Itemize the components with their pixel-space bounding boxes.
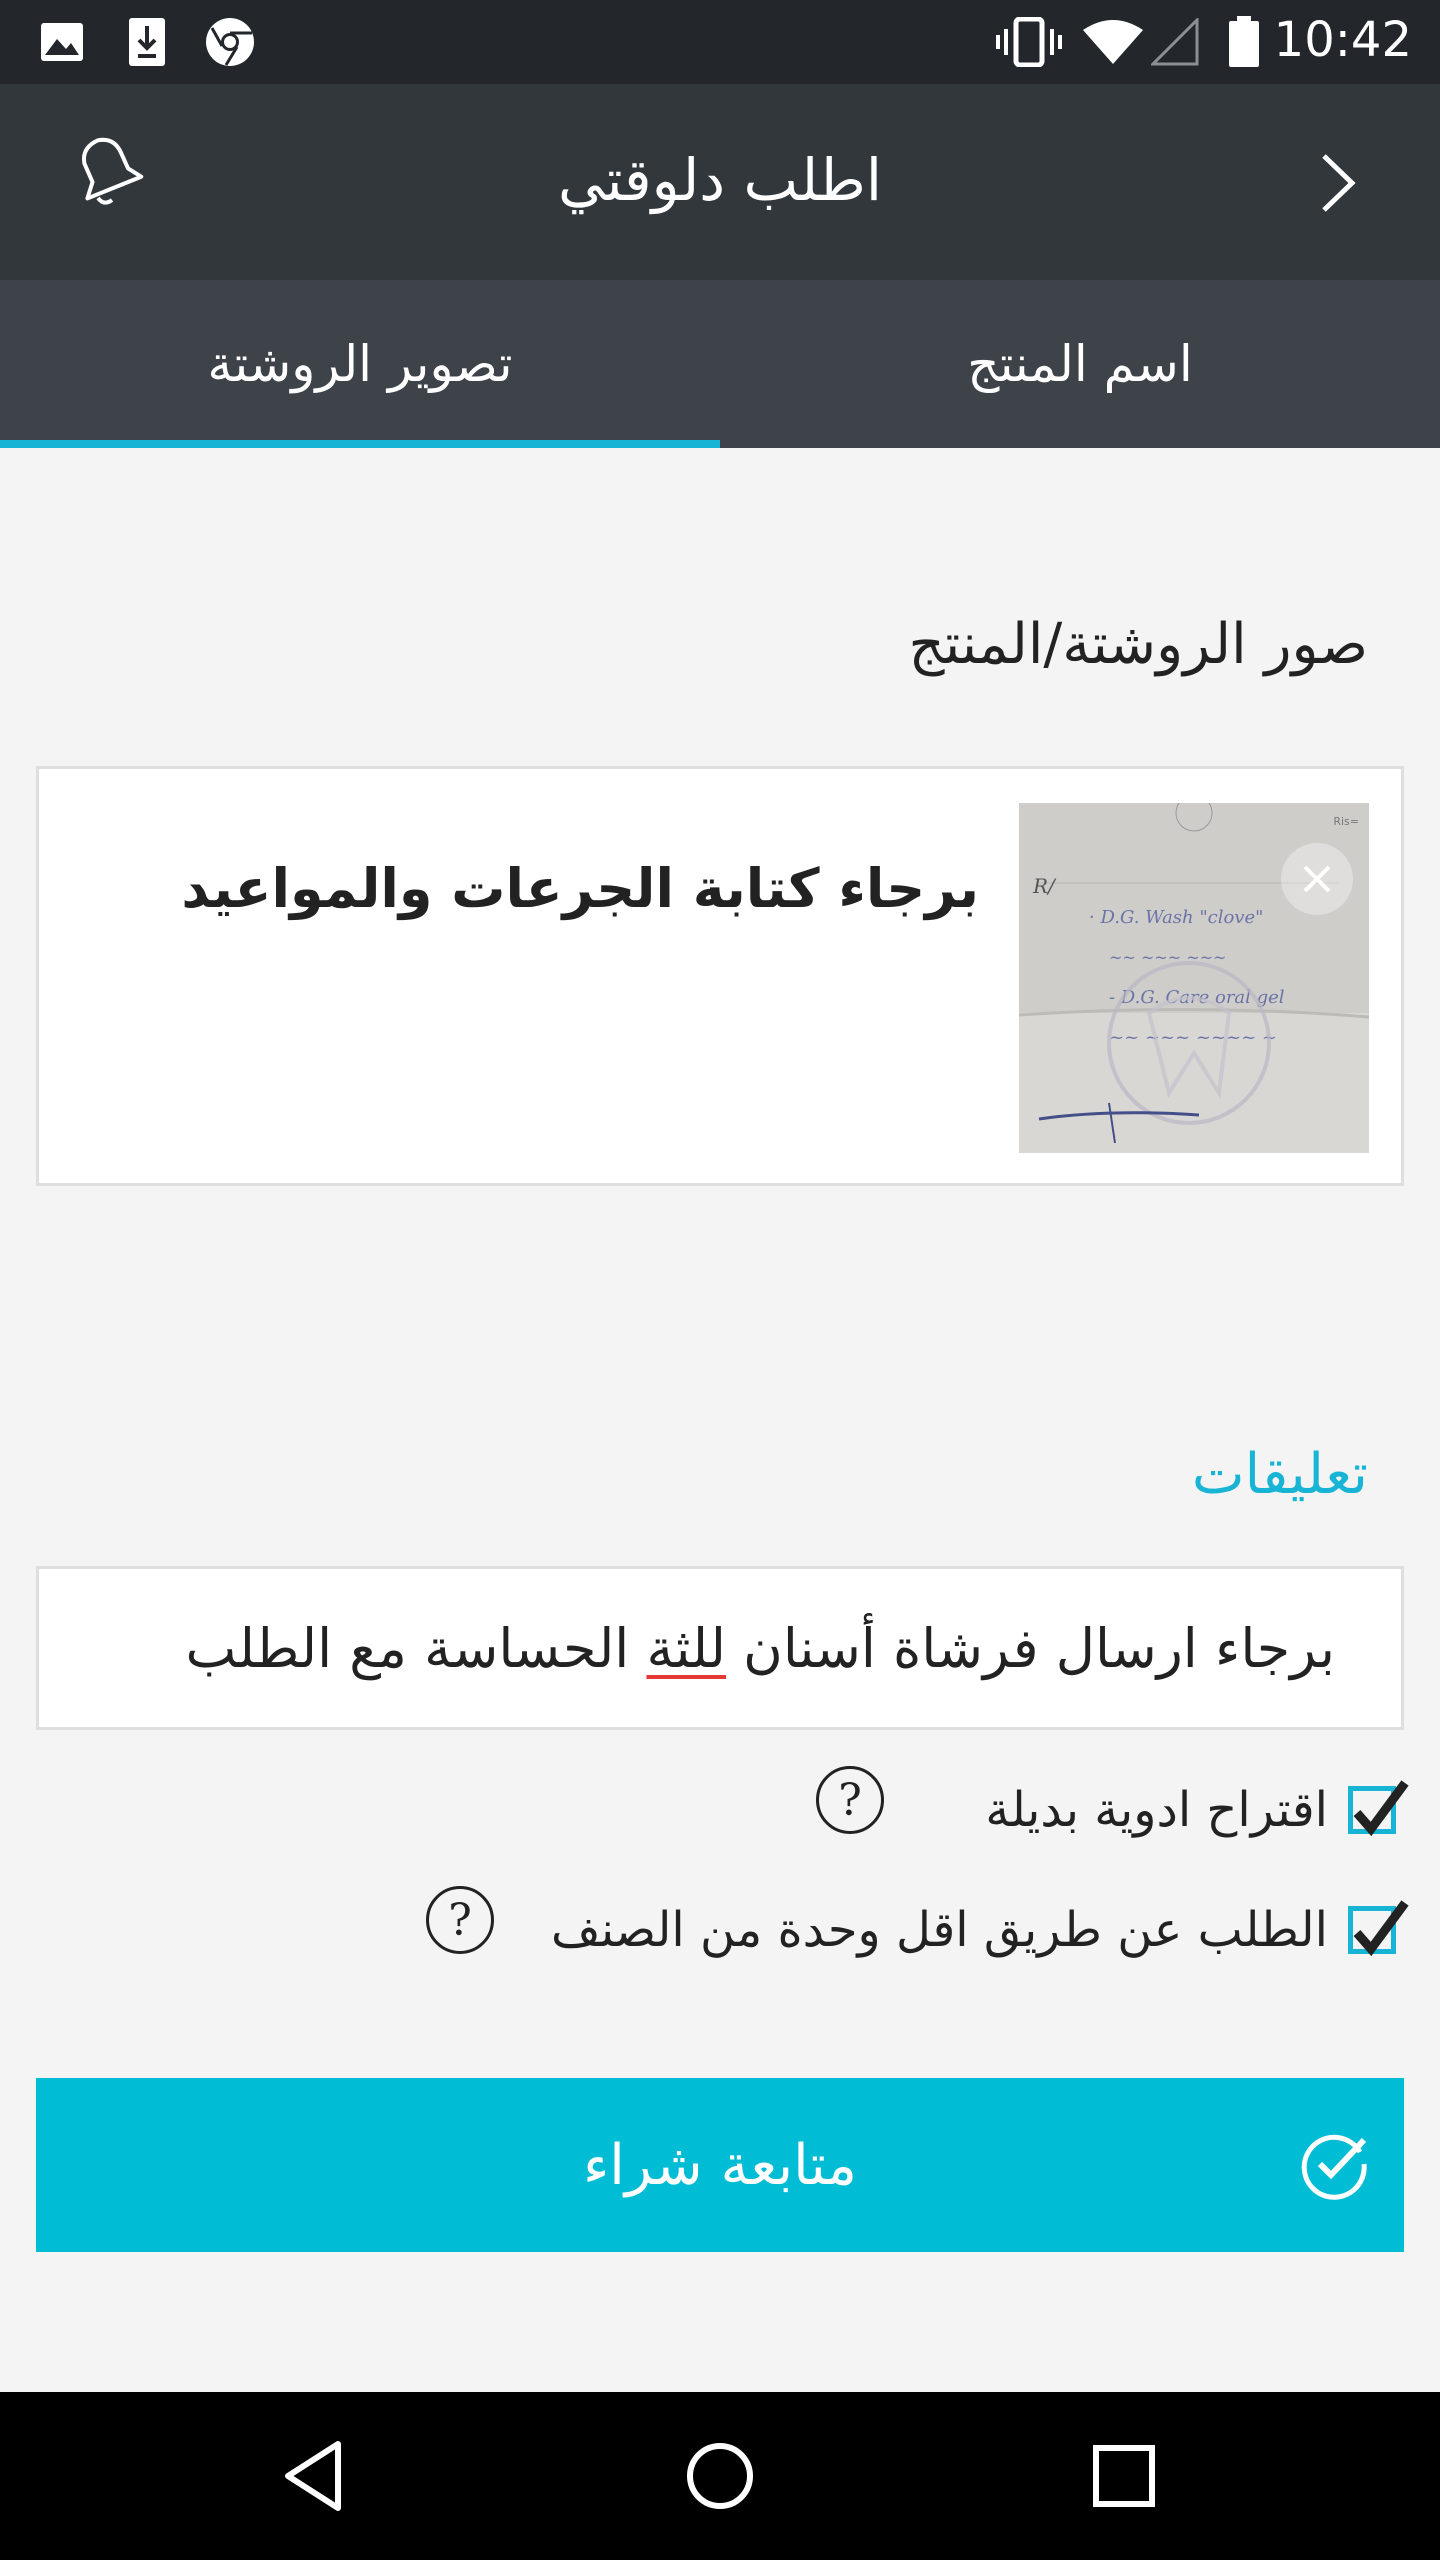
svg-text:~~ ~~~ ~~~~ ~: ~~ ~~~ ~~~~ ~	[1109, 1027, 1277, 1048]
recents-icon[interactable]	[1084, 2436, 1164, 2516]
photo-caption: برجاء كتابة الجرعات والمواعيد	[181, 857, 979, 920]
home-icon[interactable]	[680, 2436, 760, 2516]
chrome-icon	[204, 18, 256, 66]
wifi-icon	[1080, 18, 1146, 66]
comment-text-part: الحساسة مع الطلب	[185, 1617, 647, 1680]
button-label: متابعة شراء	[582, 2132, 858, 2198]
misspelled-word: للثة	[646, 1617, 727, 1680]
comments-label: تعليقات	[1191, 1442, 1368, 1507]
help-icon[interactable]: ?	[426, 1886, 494, 1954]
photos-section-title: صور الروشتة/المنتج	[908, 612, 1368, 677]
tab-product-name[interactable]: اسم المنتج	[720, 280, 1440, 448]
check-circle-icon	[1296, 2126, 1372, 2202]
comment-text: برجاء ارسال فرشاة أسنان للثة الحساسة مع …	[185, 1617, 1335, 1680]
close-icon	[1303, 865, 1331, 893]
checkbox-alternatives[interactable]	[1348, 1780, 1409, 1837]
vibrate-icon	[996, 17, 1062, 67]
app-bar: اطلب دلوقتي	[0, 84, 1440, 280]
tab-prescription-photo[interactable]: تصوير الروشتة	[0, 280, 720, 448]
back-icon[interactable]	[276, 2436, 356, 2516]
tab-label: تصوير الروشتة	[207, 335, 513, 393]
option-alternatives[interactable]: اقتراح ادوية بديلة	[985, 1770, 1409, 1850]
status-time: 10:42	[1273, 12, 1412, 68]
svg-text:Ris=: Ris=	[1333, 815, 1359, 828]
checkmark-icon	[1353, 1900, 1409, 1957]
option-min-unit[interactable]: الطلب عن طريق اقل وحدة من الصنف	[551, 1890, 1409, 1970]
option-label: اقتراح ادوية بديلة	[985, 1782, 1328, 1838]
comment-text-part: برجاء ارسال فرشاة أسنان	[726, 1617, 1335, 1680]
svg-text:R/: R/	[1032, 874, 1057, 898]
tab-label: اسم المنتج	[967, 335, 1193, 393]
download-icon	[122, 18, 172, 66]
photo-card: Ris= R/ · D.G. Wash "clove" ~~ ~~~ ~~~ -…	[36, 766, 1404, 1186]
battery-icon	[1224, 16, 1264, 67]
signal-icon	[1150, 18, 1200, 66]
comments-field[interactable]: برجاء ارسال فرشاة أسنان للثة الحساسة مع …	[36, 1566, 1404, 1730]
chevron-right-icon[interactable]	[1308, 148, 1368, 218]
page-title: اطلب دلوقتي	[558, 146, 882, 214]
checkmark-icon	[1353, 1780, 1409, 1837]
continue-purchase-button[interactable]: متابعة شراء	[36, 2078, 1404, 2252]
tab-bar: تصوير الروشتة اسم المنتج	[0, 280, 1440, 448]
help-icon[interactable]: ?	[816, 1766, 884, 1834]
option-label: الطلب عن طريق اقل وحدة من الصنف	[551, 1902, 1328, 1958]
gallery-icon	[36, 18, 88, 66]
svg-text:· D.G. Wash "clove": · D.G. Wash "clove"	[1089, 907, 1263, 928]
prescription-photo[interactable]: Ris= R/ · D.G. Wash "clove" ~~ ~~~ ~~~ -…	[1019, 803, 1369, 1153]
remove-photo-button[interactable]	[1281, 843, 1353, 915]
status-bar: 10:42	[0, 0, 1440, 84]
navigation-bar	[0, 2392, 1440, 2560]
checkbox-min-unit[interactable]	[1348, 1900, 1409, 1957]
